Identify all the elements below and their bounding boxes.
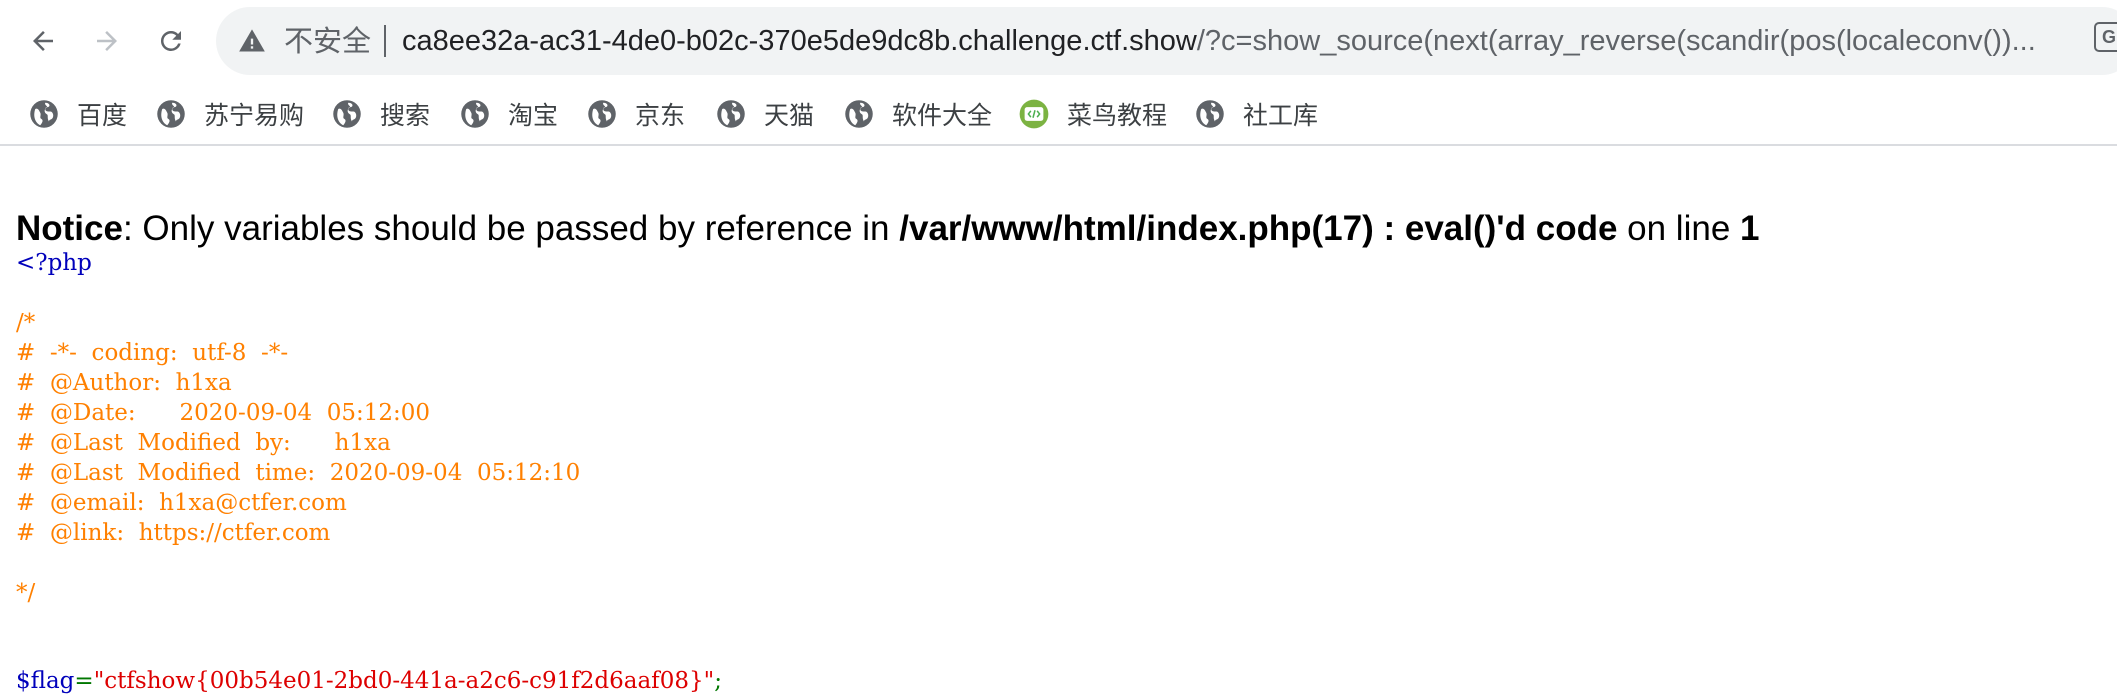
warning-icon[interactable] [238, 27, 266, 55]
bookmark-label: 社工库 [1243, 101, 1319, 130]
globe-icon [1196, 100, 1224, 128]
notice-line-number: 1 [1740, 209, 1760, 248]
url-host: ca8ee32a-ac31-4de0-b02c-370e5de9dc8b.cha… [402, 25, 1197, 57]
bookmark-baidu[interactable]: 百度 [29, 94, 127, 134]
globe-icon [461, 100, 489, 128]
flag-variable: $flag [16, 668, 75, 694]
browser-toolbar: 不安全 ca8ee32a-ac31-4de0-b02c-370e5de9dc8b… [0, 0, 2117, 82]
comment-line: /* [16, 310, 36, 336]
bookmark-suning[interactable]: 苏宁易购 [156, 94, 304, 134]
globe-icon [588, 100, 616, 128]
url-text[interactable]: ca8ee32a-ac31-4de0-b02c-370e5de9dc8b.cha… [402, 22, 2117, 60]
bookmark-label: 菜鸟教程 [1067, 101, 1168, 130]
comment-line: # @Last Modified by: h1xa [16, 430, 391, 456]
url-path: /?c=show_source(next(array_reverse(scand… [1196, 25, 2036, 57]
flag-semicolon: ; [714, 668, 722, 694]
globe-icon [30, 100, 58, 128]
bookmark-tmall[interactable]: 天猫 [716, 94, 814, 134]
bookmark-label: 百度 [77, 101, 128, 130]
source-code: <?php /* # -*- coding: utf-8 -*- # @Auth… [16, 248, 722, 694]
comment-line: # @Author: h1xa [16, 370, 232, 396]
globe-icon [157, 100, 185, 128]
flag-assign-operator: = [74, 668, 94, 694]
comment-line: # @link: https://ctfer.com [16, 520, 331, 546]
notice-label: Notice [16, 209, 123, 248]
notice-message: : Only variables should be passed by ref… [122, 209, 900, 248]
bookmark-label: 苏宁易购 [204, 101, 305, 130]
bookmark-label: 天猫 [764, 101, 815, 130]
bookmark-software[interactable]: 软件大全 [844, 94, 992, 134]
arrow-left-icon [33, 31, 53, 51]
arrow-right-icon [97, 31, 117, 51]
forward-button[interactable] [85, 19, 129, 63]
comment-line: # -*- coding: utf-8 -*- [16, 340, 289, 366]
comment-line: */ [16, 580, 36, 606]
php-notice: Notice: Only variables should be passed … [16, 207, 1759, 251]
address-separator [384, 25, 386, 57]
flag-line: $flag="ctfshow{00b54e01-2bd0-441a-a2c6-c… [16, 666, 722, 696]
address-bar[interactable]: 不安全 ca8ee32a-ac31-4de0-b02c-370e5de9dc8b… [216, 7, 2117, 75]
reload-button[interactable] [149, 19, 193, 63]
notice-file: /var/www/html/index.php(17) : eval()'d c… [899, 209, 1618, 248]
comment-line: # @Last Modified time: 2020-09-04 05:12:… [16, 460, 581, 486]
security-status-label[interactable]: 不安全 [284, 22, 371, 60]
globe-icon [333, 100, 361, 128]
bookmark-label: 搜索 [380, 101, 431, 130]
extension-icon[interactable]: G [2094, 22, 2117, 52]
reload-icon [160, 30, 181, 51]
comment-line: # @Date: 2020-09-04 05:12:00 [16, 400, 431, 426]
bookmark-label: 京东 [635, 101, 686, 130]
globe-icon [717, 100, 745, 128]
bookmark-label: 软件大全 [892, 101, 993, 130]
bookmark-search[interactable]: 搜索 [332, 94, 430, 134]
globe-icon [845, 100, 873, 128]
flag-value: "ctfshow{00b54e01-2bd0-441a-a2c6-c91f2d6… [93, 668, 715, 694]
comment-line: # @email: h1xa@ctfer.com [16, 490, 347, 516]
php-open-tag: <?php [16, 250, 92, 276]
runoob-icon [1019, 99, 1049, 129]
bookmark-jd[interactable]: 京东 [587, 94, 685, 134]
bookmark-sgk[interactable]: 社工库 [1195, 94, 1318, 134]
bookmark-label: 淘宝 [508, 101, 559, 130]
notice-on-line: on line [1617, 209, 1741, 248]
bookmarks-bar: 百度 苏宁易购 搜索 淘宝 京东 天猫 软件大全 菜鸟教程 社工库 [0, 82, 2117, 146]
bookmark-taobao[interactable]: 淘宝 [460, 94, 558, 134]
bookmark-runoob[interactable]: 菜鸟教程 [1019, 94, 1167, 134]
back-button[interactable] [21, 19, 65, 63]
